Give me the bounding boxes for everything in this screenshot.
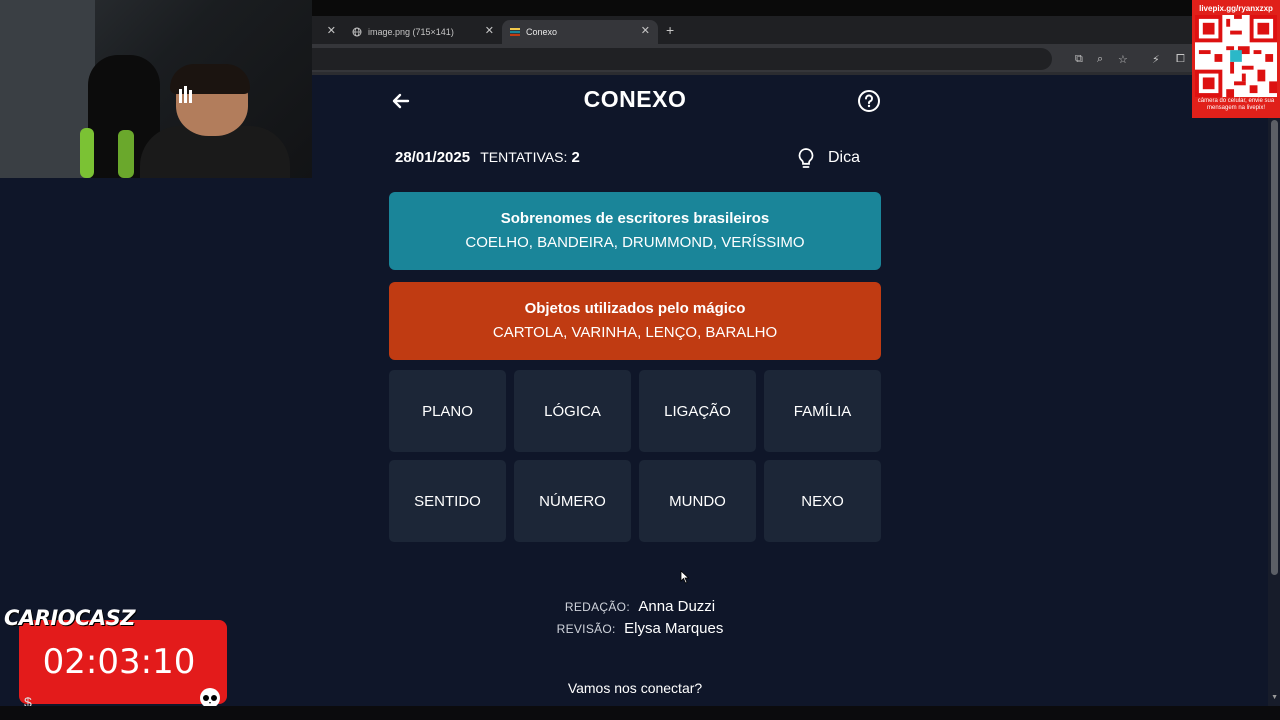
close-tab-icon[interactable]: ✕: [485, 24, 494, 37]
attempts-label: TENTATIVAS:: [480, 149, 568, 165]
credit-name: Anna Duzzi: [638, 598, 716, 615]
address-bar: ⧉ ⌕ ☆ ⚡ ⧠: [312, 44, 1280, 72]
conexo-favicon-icon: [510, 28, 520, 36]
word-tile[interactable]: NÚMERO: [514, 460, 631, 542]
game-date: 28/01/2025: [395, 149, 471, 166]
browser-tab-image[interactable]: image.png (715×141) ✕: [344, 20, 502, 44]
back-arrow-icon[interactable]: [388, 88, 414, 114]
scrollbar-thumb[interactable]: [1271, 120, 1278, 575]
globe-icon: [352, 27, 362, 37]
game-status: 28/01/2025 TENTATIVAS: 2: [395, 149, 580, 166]
word-tile[interactable]: LIGAÇÃO: [639, 370, 756, 452]
group-title: Objetos utilizados pelo mágico: [524, 300, 746, 317]
browser-tab-bar: ✕ image.png (715×141) ✕ Conexo ✕ +: [312, 16, 1280, 44]
group-words: COELHO, BANDEIRA, DRUMMOND, VERÍSSIMO: [465, 234, 805, 251]
streamer-brand-logo: CARIOCASZ: [4, 606, 136, 630]
lightbulb-icon: [798, 148, 814, 168]
tab-label: image.png (715×141): [368, 27, 454, 37]
extension-icon[interactable]: ⚡: [1152, 53, 1160, 66]
browser-tab-conexo[interactable]: Conexo ✕: [502, 20, 658, 44]
microphone-icon: [179, 86, 192, 103]
chrome-divider: [312, 72, 1280, 75]
scroll-down-icon[interactable]: ▼: [1271, 694, 1278, 701]
word-tile[interactable]: LÓGICA: [514, 370, 631, 452]
bottom-strip: [0, 706, 1280, 720]
word-tile[interactable]: PLANO: [389, 370, 506, 452]
browser-tab-partial[interactable]: ✕: [312, 20, 344, 44]
url-input[interactable]: [312, 48, 1052, 70]
new-tab-icon[interactable]: +: [666, 22, 674, 38]
group-words: CARTOLA, VARINHA, LENÇO, BARALHO: [492, 324, 778, 341]
qr-code-icon: [1195, 15, 1277, 97]
credit-label: REVISÃO:: [556, 622, 616, 636]
solved-group-1: Sobrenomes de escritores brasileiros COE…: [389, 192, 881, 270]
word-tile[interactable]: FAMÍLIA: [764, 370, 881, 452]
close-tab-icon[interactable]: ✕: [327, 24, 336, 37]
credit-revisao: REVISÃO: Elysa Marques: [540, 620, 740, 638]
help-icon[interactable]: [857, 89, 881, 113]
credit-label: REDAÇÃO:: [564, 600, 630, 614]
close-tab-icon[interactable]: ✕: [641, 24, 650, 37]
webcam-overlay: [0, 0, 312, 178]
extensions-puzzle-icon[interactable]: ⧠: [1176, 53, 1185, 66]
solved-group-2: Objetos utilizados pelo mágico CARTOLA, …: [389, 282, 881, 360]
timer-value: 02:03:10: [42, 642, 196, 682]
qr-footer: câmera do celular, envie sua mensagem na…: [1197, 98, 1275, 111]
credit-redacao: REDAÇÃO: Anna Duzzi: [540, 598, 740, 616]
hint-label: Dica: [828, 149, 861, 166]
hint-button[interactable]: Dica: [796, 147, 860, 169]
group-title: Sobrenomes de escritores brasileiros: [500, 210, 770, 227]
page-title: CONEXO: [583, 86, 687, 112]
word-tile[interactable]: MUNDO: [639, 460, 756, 542]
qr-header: livepix.gg/ryanxzxp: [1199, 4, 1273, 13]
install-app-icon[interactable]: ⧉: [1075, 53, 1083, 66]
word-tile[interactable]: NEXO: [764, 460, 881, 542]
credit-name: Elysa Marques: [624, 620, 724, 637]
bookmark-star-icon[interactable]: ☆: [1118, 53, 1128, 66]
connect-heading: Vamos nos conectar?: [567, 680, 703, 696]
zoom-icon[interactable]: ⌕: [1097, 53, 1103, 66]
tab-label: Conexo: [526, 27, 558, 37]
word-tile[interactable]: SENTIDO: [389, 460, 506, 542]
attempts-value: 2: [571, 149, 580, 166]
donation-qr-overlay: livepix.gg/ryanxzxp câmera do celular, e…: [1192, 0, 1280, 118]
mouse-cursor-icon: [680, 570, 690, 584]
